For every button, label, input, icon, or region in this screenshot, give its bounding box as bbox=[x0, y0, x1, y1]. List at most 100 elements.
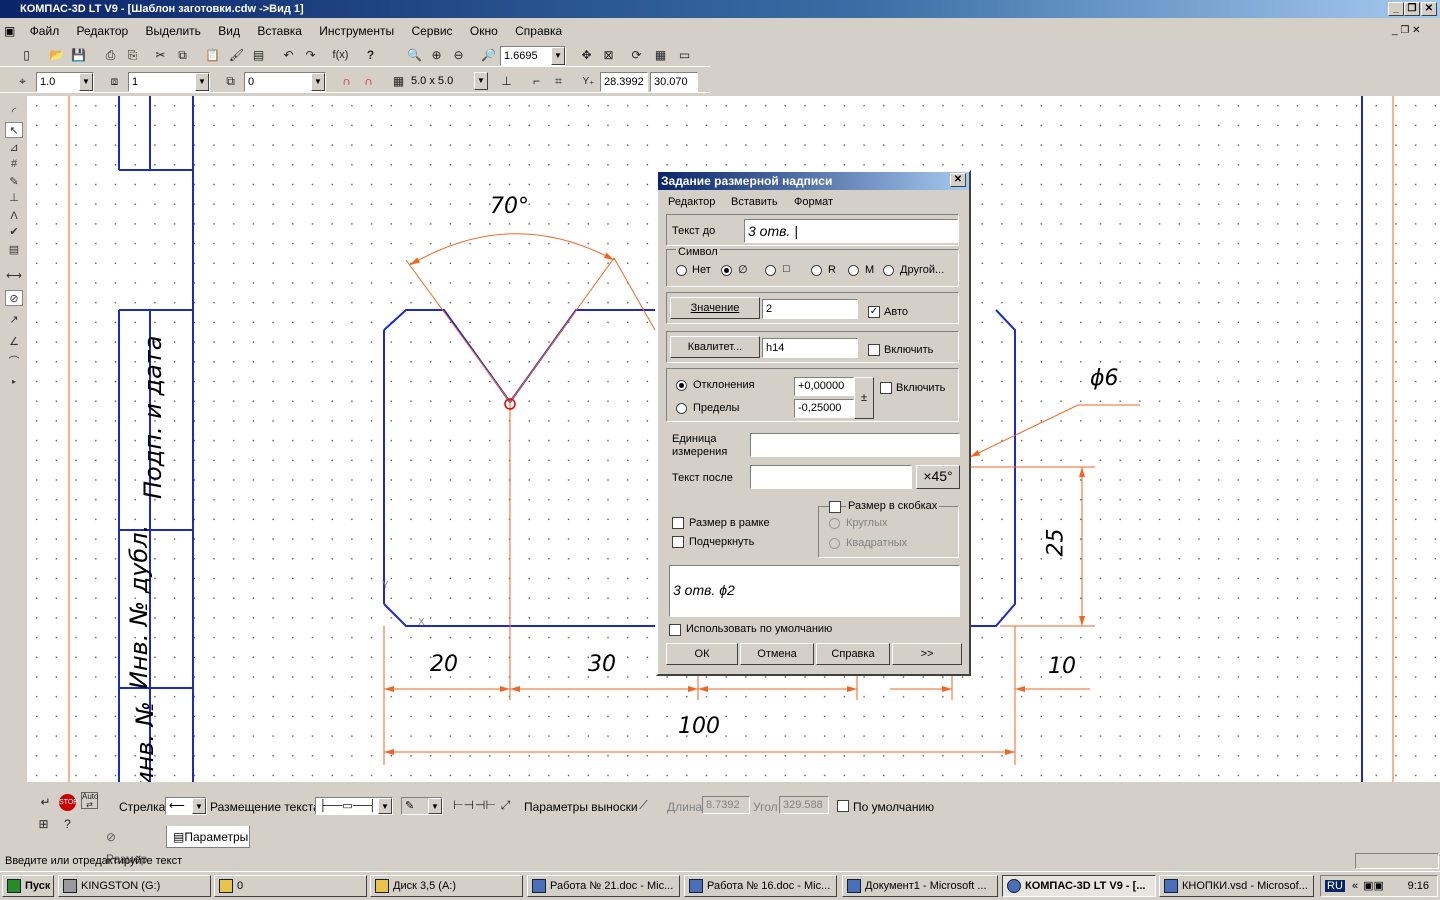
tab-params[interactable]: ▤Параметры bbox=[166, 826, 250, 848]
context-help-icon[interactable]: ? bbox=[59, 816, 76, 833]
menu-help[interactable]: Справка bbox=[508, 20, 569, 42]
select-icon[interactable]: ✔ bbox=[5, 224, 23, 240]
local-cs-icon[interactable]: ⊥ bbox=[498, 73, 515, 90]
text-placement-combo[interactable]: ├──▭──┤ ▼ bbox=[315, 797, 393, 815]
zoom-in-icon[interactable]: ⊕ bbox=[428, 47, 445, 64]
arc-dim-icon[interactable]: ⌒ bbox=[5, 354, 23, 370]
magnet-local-icon[interactable]: ∩ bbox=[360, 73, 377, 90]
angle-field[interactable]: 329.588 bbox=[779, 796, 829, 814]
length-field[interactable]: 8.7392 bbox=[702, 796, 750, 814]
qualitet-enable-checkbox[interactable] bbox=[868, 344, 880, 356]
zoom-window-icon[interactable]: 🔍 bbox=[406, 47, 423, 64]
chevron-down-icon[interactable]: ▼ bbox=[474, 72, 488, 90]
coord-y-field[interactable]: 30.070 bbox=[650, 72, 698, 92]
zoom-scale-icon[interactable]: 🔎 bbox=[480, 47, 497, 64]
layer-icon[interactable]: ⧈ bbox=[106, 73, 123, 90]
chevron-down-icon[interactable]: ▼ bbox=[195, 73, 209, 91]
menu-view[interactable]: Вид bbox=[211, 20, 247, 42]
help-button[interactable]: Справка bbox=[816, 643, 890, 665]
paste-icon[interactable]: 📋 bbox=[204, 47, 221, 64]
task-floppy[interactable]: Диск 3,5 (A:) bbox=[370, 875, 523, 897]
chevron-down-icon[interactable]: ▼ bbox=[79, 73, 93, 91]
magnet-icon[interactable]: ∩ bbox=[338, 73, 355, 90]
chevron-down-icon[interactable]: ▼ bbox=[428, 798, 442, 814]
zoom-combo[interactable]: 1.6695 ▼ bbox=[500, 46, 566, 66]
qualitet-button[interactable]: Квалитет... bbox=[670, 336, 760, 358]
ok-button[interactable]: ОК bbox=[666, 643, 738, 665]
dim-leader-icon[interactable]: ⤢ bbox=[497, 797, 514, 814]
line-width-combo[interactable]: 1.0 ▼ bbox=[36, 72, 94, 92]
preview-icon[interactable]: ⎘ bbox=[124, 47, 141, 64]
doc-icon[interactable]: ▣ bbox=[0, 20, 19, 42]
coord-x-field[interactable]: 28.3992 bbox=[600, 72, 648, 92]
params-icon[interactable]: ⊥ bbox=[5, 190, 23, 206]
arrow-combo[interactable]: ⟵ ▼ bbox=[165, 797, 207, 815]
chevron-down-icon[interactable]: ▼ bbox=[311, 73, 325, 91]
dim-20-text[interactable]: 20 bbox=[430, 652, 458, 677]
value-button[interactable]: Значение bbox=[670, 297, 760, 319]
tab-size[interactable]: ⊘ Размер bbox=[100, 826, 164, 866]
properties-icon[interactable]: 🖌 bbox=[228, 47, 245, 64]
linear-dim-icon[interactable]: ⟷ bbox=[5, 268, 23, 284]
dim-10-text[interactable]: 10 bbox=[1048, 654, 1076, 679]
zoom-out-icon[interactable]: ⊖ bbox=[450, 47, 467, 64]
deviations-radio[interactable] bbox=[676, 380, 687, 391]
chevron-down-icon[interactable]: ▼ bbox=[551, 47, 565, 65]
menu-select[interactable]: Выделить bbox=[139, 20, 208, 42]
text-after-input[interactable] bbox=[750, 465, 912, 489]
measure-icon[interactable]: Λ bbox=[5, 208, 23, 224]
pan-icon[interactable]: ✥ bbox=[578, 47, 595, 64]
menu-service[interactable]: Сервис bbox=[404, 20, 459, 42]
cut-icon[interactable]: ✂ bbox=[152, 47, 169, 64]
auto-checkbox[interactable]: ✓ bbox=[868, 306, 880, 318]
round-icon[interactable]: ⌗ bbox=[550, 73, 567, 90]
dimensions-icon[interactable]: ⊿ bbox=[5, 140, 23, 156]
layers-icon[interactable]: ▦ bbox=[652, 47, 669, 64]
dev-enable-checkbox[interactable] bbox=[880, 382, 892, 394]
print-icon[interactable]: ⎙ bbox=[102, 47, 119, 64]
display-icon[interactable]: ▭ bbox=[676, 47, 693, 64]
close-button[interactable]: ✕ bbox=[1421, 2, 1437, 16]
grid-icon[interactable]: ▦ bbox=[390, 73, 407, 90]
unit-input[interactable] bbox=[750, 433, 960, 457]
new-icon[interactable]: ▯ bbox=[18, 47, 35, 64]
radial-dim-icon[interactable]: ↗ bbox=[5, 312, 23, 328]
dialog-menu-insert[interactable]: Вставить bbox=[731, 196, 778, 208]
stop-icon[interactable]: STOP bbox=[59, 794, 78, 811]
dev-upper-input[interactable]: +0,00000 bbox=[794, 377, 854, 396]
dim-30-text[interactable]: 30 bbox=[588, 652, 616, 677]
default-checkbox[interactable] bbox=[837, 800, 849, 812]
pointer-icon[interactable]: ↖ bbox=[5, 122, 23, 138]
symbol-m-radio[interactable] bbox=[848, 265, 859, 276]
value-input[interactable]: 2 bbox=[762, 299, 858, 319]
restore-button[interactable]: ❐ bbox=[1404, 2, 1420, 16]
task-folder-0[interactable]: 0 bbox=[214, 875, 367, 897]
chevron-down-icon[interactable]: ▼ bbox=[378, 798, 392, 814]
leader-icon[interactable]: ⟋ bbox=[635, 797, 652, 814]
dim-height-text[interactable]: 25 bbox=[1044, 529, 1069, 557]
task-word-21[interactable]: Работа № 21.doc - Mic... bbox=[527, 875, 680, 897]
tray-icons[interactable]: ▣▣ bbox=[1363, 880, 1384, 892]
symbols-icon[interactable]: # bbox=[5, 156, 23, 172]
angular-dim-icon[interactable]: ∠ bbox=[5, 334, 23, 350]
fx-icon[interactable]: f(x) bbox=[332, 47, 349, 64]
diameter-dim-icon[interactable]: ⊘ bbox=[5, 290, 23, 306]
menu-window[interactable]: Окно bbox=[463, 20, 505, 42]
limits-radio[interactable] bbox=[676, 403, 687, 414]
dim-diameter-text[interactable]: ϕ6 bbox=[1090, 366, 1119, 391]
dim-100-text[interactable]: 100 bbox=[678, 714, 720, 739]
open-icon[interactable]: 📂 bbox=[48, 47, 65, 64]
chevron-down-icon[interactable]: ▼ bbox=[192, 798, 206, 814]
grid-view-icon[interactable]: ⊞ bbox=[35, 816, 52, 833]
text-before-input[interactable]: 3 отв. | bbox=[744, 219, 958, 243]
underline-checkbox[interactable] bbox=[672, 536, 684, 548]
plus-minus-button[interactable]: ± bbox=[854, 377, 874, 419]
mdi-controls[interactable]: _ ❐ ✕ bbox=[1392, 20, 1420, 42]
style-icon[interactable]: ⧉ bbox=[222, 73, 239, 90]
ortho-icon[interactable]: ⌐ bbox=[528, 73, 545, 90]
help-icon[interactable]: ? bbox=[362, 47, 379, 64]
snap-icon[interactable]: ⌖ bbox=[14, 73, 31, 90]
spec-icon[interactable]: ▤ bbox=[5, 242, 23, 258]
menu-file[interactable]: Файл bbox=[23, 20, 67, 42]
x45-button[interactable]: ×45° bbox=[916, 465, 960, 489]
